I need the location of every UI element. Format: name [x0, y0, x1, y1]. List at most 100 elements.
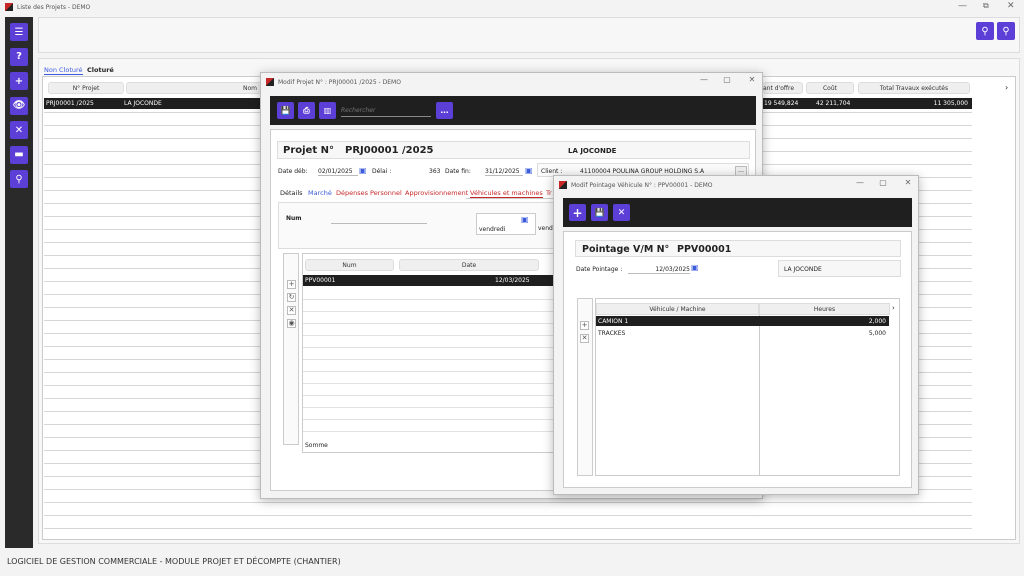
pointage-maximize-button[interactable]: ▢ — [876, 178, 890, 187]
table-row[interactable]: CAMION 1 2,000 — [596, 316, 889, 326]
pointage-delete-row-button[interactable]: ✕ — [580, 334, 589, 343]
grid-header-num[interactable]: Num — [305, 259, 394, 271]
projet-window-title: Modif Projet N° : PRJ00001 /2025 - DEMO — [278, 78, 401, 86]
row-cout: 42 211,704 — [816, 100, 851, 107]
col-header-num[interactable]: N° Projet — [48, 82, 124, 94]
app-minimize-button[interactable]: — — [958, 1, 967, 11]
grid-header-date[interactable]: Date — [399, 259, 539, 271]
sidebar-help-button[interactable]: ? — [10, 47, 28, 66]
day-value-2: vend — [538, 225, 553, 232]
date-deb-field[interactable]: 02/01/2025 — [318, 168, 358, 176]
app-restore-button[interactable]: ⧉ — [983, 1, 989, 11]
tab-cloture[interactable]: Cloturé — [87, 66, 114, 74]
client-label: Client : — [541, 168, 563, 175]
refresh-row-button[interactable]: ↻ — [287, 293, 296, 302]
pointage-header-heures[interactable]: Heures — [759, 303, 890, 315]
sidebar-menu-button[interactable]: ☰ — [10, 23, 28, 41]
projet-search-input[interactable] — [341, 104, 431, 117]
pointage-projet-box: LA JOCONDE — [778, 260, 901, 277]
projet-minimize-button[interactable]: — — [697, 75, 711, 84]
add-row-button[interactable]: + — [287, 280, 296, 289]
delete-row-button[interactable]: ✕ — [287, 306, 296, 315]
projet-tab-2[interactable]: Dépenses — [336, 189, 368, 197]
app-logo-icon — [5, 3, 13, 11]
calendar-icon[interactable]: ▣ — [521, 215, 529, 224]
card-icon: ▬ — [14, 149, 24, 160]
col-header-offre[interactable]: ant d'offre — [763, 82, 803, 94]
delai-field[interactable]: 363 — [429, 168, 440, 175]
search-icon: ⚲ — [981, 25, 989, 37]
date-fin-label: Date fin: — [445, 168, 471, 175]
add-icon: + — [14, 75, 24, 87]
num-input-underline — [331, 223, 427, 224]
delai-label: Délai : — [372, 168, 392, 175]
col-header-cout[interactable]: Coût — [806, 82, 854, 94]
projet-heading: Projet N° PRJ00001 /2025 LA JOCONDE — [277, 141, 750, 159]
search-button[interactable]: ⚲ — [976, 22, 994, 40]
pointage-logo-icon — [559, 181, 567, 189]
date-pointage-field[interactable]: 12/03/2025 — [628, 266, 690, 274]
pointage-projet-name: LA JOCONDE — [784, 266, 822, 273]
pointage-add-row-button[interactable]: + — [580, 321, 589, 330]
vehicule-name: CAMION 1 — [598, 318, 629, 325]
tab-non-cloture[interactable]: Non Cloturé — [44, 66, 83, 75]
pointage-add-button[interactable]: + — [569, 204, 586, 221]
projet-close-button[interactable]: ✕ — [745, 75, 759, 84]
col-header-travaux[interactable]: Total Travaux exécutés — [858, 82, 970, 94]
num-label: Num — [286, 215, 302, 222]
search-reset-button[interactable]: ⚲ — [997, 22, 1015, 40]
search-refresh-icon: ⚲ — [1002, 25, 1010, 37]
projet-maximize-button[interactable]: ▢ — [720, 75, 734, 84]
projet-print-button[interactable]: ⎙ — [298, 102, 315, 119]
plus-icon: + — [572, 205, 583, 220]
sidebar-add-button[interactable]: + — [10, 72, 28, 90]
calendar-icon[interactable]: ▣ — [359, 166, 367, 175]
app-title: Liste des Projets - DEMO — [17, 3, 91, 11]
scroll-right-icon[interactable]: › — [1005, 83, 1008, 92]
search-user-icon: ⚲ — [15, 173, 23, 185]
print-icon: ⎙ — [303, 105, 310, 115]
client-field[interactable]: 41100004 POULINA GROUP HOLDING S.A — [580, 168, 704, 175]
view-row-button[interactable]: ◉ — [287, 319, 296, 328]
pointage-heading: Pointage V/M N° PPV00001 — [575, 240, 901, 257]
projet-tab-4[interactable]: Approvisionnement — [405, 189, 468, 197]
vehicule-hours: 5,000 — [868, 329, 886, 337]
projet-logo-icon — [266, 78, 274, 86]
projet-titlebar: Modif Projet N° : PRJ00001 /2025 - DEMO — [261, 73, 762, 91]
row-offre: 19 549,824 — [764, 100, 799, 107]
help-icon: ? — [16, 51, 22, 62]
grid-row-num: PPV00001 — [305, 277, 336, 284]
pointage-header-vehicule[interactable]: Véhicule / Machine — [596, 303, 759, 315]
projet-tab-6[interactable]: Tr — [546, 189, 552, 197]
save-icon: 💾 — [280, 106, 291, 115]
close-icon: ✕ — [617, 207, 626, 218]
pointage-heading-value: PPV00001 — [677, 244, 732, 255]
table-row[interactable]: TRACKES 5,000 — [596, 328, 889, 338]
calendar-icon[interactable]: ▣ — [691, 263, 699, 272]
projet-tab-5[interactable]: Véhicules et machines — [470, 189, 543, 198]
projet-tab-0[interactable]: Détails — [280, 189, 303, 197]
pointage-cancel-button[interactable]: ✕ — [613, 204, 630, 221]
date-fin-field[interactable]: 31/12/2025 — [485, 168, 523, 176]
list-row-divider — [44, 515, 972, 516]
pointage-minimize-button[interactable]: — — [853, 178, 867, 187]
row-travaux: 11 305,000 — [933, 100, 968, 107]
projet-more-button[interactable]: … — [436, 102, 453, 119]
projet-book-button[interactable]: ▥ — [319, 102, 336, 119]
pointage-close-button[interactable]: ✕ — [901, 178, 915, 187]
row-num: PRJ00001 /2025 — [46, 100, 94, 107]
sidebar-search-user-button[interactable]: ⚲ — [10, 170, 28, 188]
pointage-save-button[interactable]: 💾 — [591, 204, 608, 221]
calendar-icon[interactable]: ▣ — [525, 166, 533, 175]
projet-save-button[interactable]: 💾 — [277, 102, 294, 119]
pointage-scroll-right-icon[interactable]: › — [892, 304, 895, 312]
sidebar-card-button[interactable]: ▬ — [10, 145, 28, 164]
projet-tab-3[interactable]: Personnel — [370, 189, 402, 197]
pointage-heading-label: Pointage V/M N° — [582, 244, 670, 255]
sidebar-delete-button[interactable]: ✕ — [10, 121, 28, 139]
day-field[interactable]: vendredi ▣ — [476, 213, 536, 235]
app-close-button[interactable]: ✕ — [1007, 1, 1015, 11]
sidebar-view-button[interactable]: 👁 — [10, 96, 28, 115]
projet-tab-1[interactable]: Marché — [308, 189, 332, 197]
col-header-nom[interactable]: Nom — [126, 82, 262, 94]
